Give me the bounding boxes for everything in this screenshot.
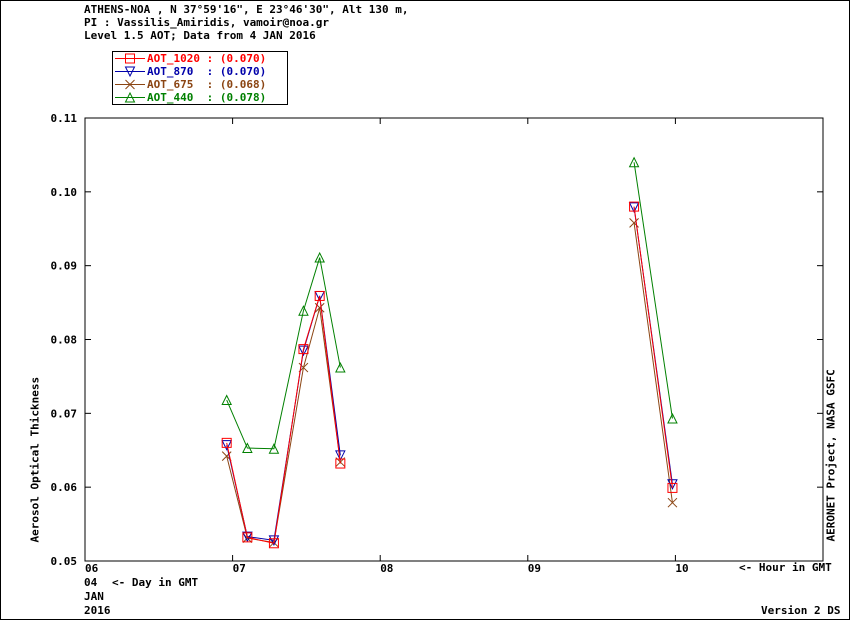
y-tick-label: 0.05 — [51, 555, 78, 568]
legend-label: AOT_1020 : (0.070) — [147, 52, 267, 65]
legend-swatch — [115, 66, 145, 78]
day-axis-label: <- Day in GMT — [112, 576, 199, 589]
x-tick-label: 08 — [380, 562, 393, 575]
y-tick-label: 0.11 — [51, 112, 78, 125]
x-tick-label: 06 — [85, 562, 99, 575]
aeronet-credit: AERONET Project, NASA GSFC — [824, 369, 838, 542]
day-value: 04 — [84, 576, 98, 589]
y-tick-label: 0.06 — [51, 481, 78, 494]
version-label: Version 2 DS — [761, 604, 841, 617]
y-tick-label: 0.08 — [51, 334, 78, 347]
x-tick-label: 09 — [528, 562, 541, 575]
x-tick-label: 10 — [675, 562, 688, 575]
hour-axis-label: <- Hour in GMT — [739, 561, 832, 574]
legend: AOT_1020 : (0.070) AOT_870 : (0.070) AOT_6… — [112, 51, 288, 105]
legend-label: AOT_870 : (0.070) — [147, 65, 267, 78]
y-tick-label: 0.09 — [51, 260, 78, 273]
legend-swatch — [115, 53, 145, 64]
legend-swatch — [115, 79, 145, 90]
series-line-aot_675 — [226, 307, 341, 544]
year-value: 2016 — [84, 604, 111, 617]
y-axis-label: Aerosol Optical Thickness — [28, 376, 42, 543]
legend-label: AOT_675 : (0.068) — [147, 78, 267, 91]
legend-entry: AOT_870 : (0.070) — [113, 65, 287, 78]
series-line-aot_1020 — [633, 206, 673, 488]
x-tick-label: 07 — [233, 562, 246, 575]
series-line-aot_440 — [226, 257, 341, 450]
month-value: JAN — [84, 590, 104, 603]
series-line-aot_675 — [633, 222, 673, 503]
legend-entry: AOT_440 : (0.078) — [113, 91, 287, 104]
y-tick-label: 0.10 — [51, 186, 78, 199]
legend-entry: AOT_1020 : (0.070) — [113, 52, 287, 65]
legend-swatch — [115, 91, 145, 103]
plot-area — [84, 117, 824, 562]
legend-entry: AOT_675 : (0.068) — [113, 78, 287, 91]
series-line-aot_440 — [633, 162, 673, 419]
legend-label: AOT_440 : (0.078) — [147, 91, 267, 104]
y-tick-label: 0.07 — [51, 407, 78, 420]
